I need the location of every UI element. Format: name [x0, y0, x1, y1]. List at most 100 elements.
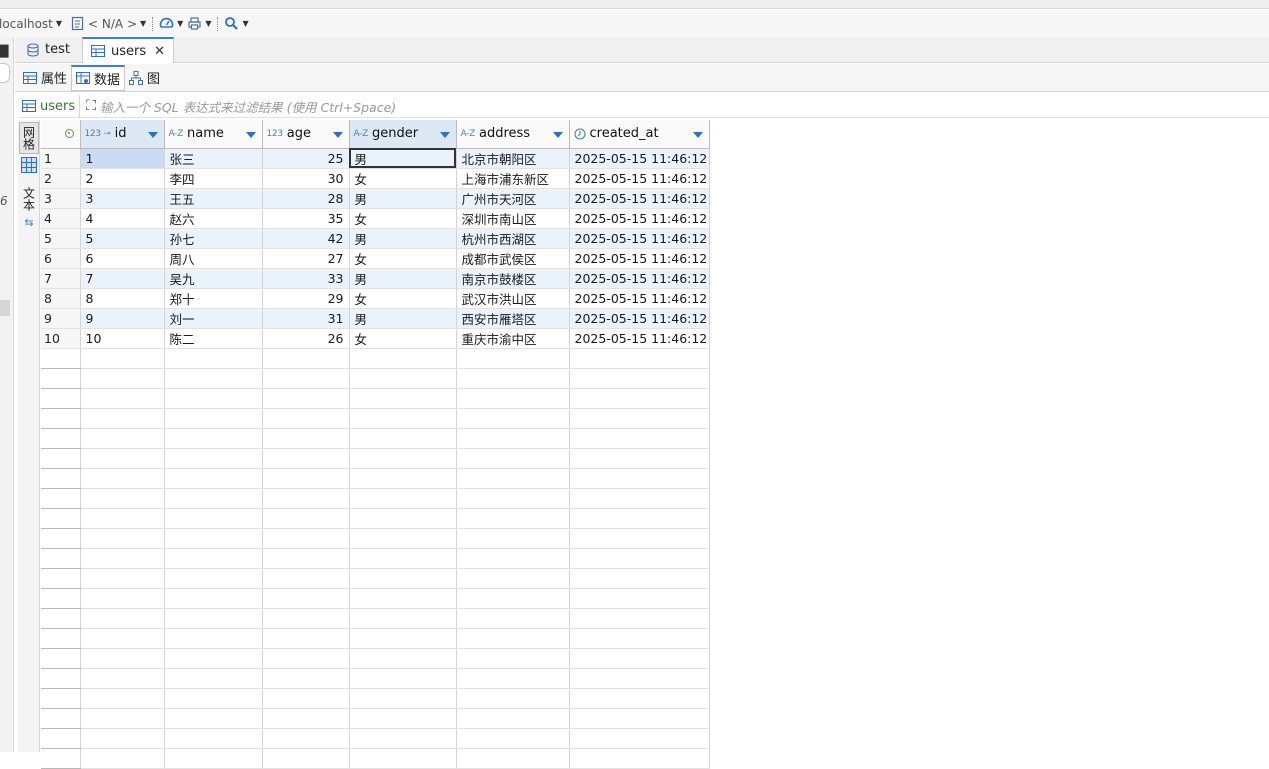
cell-created-at[interactable]: 2025-05-15 11:46:12: [569, 248, 710, 269]
column-header-name[interactable]: A-Z name: [164, 120, 263, 149]
cell-id[interactable]: 7: [80, 268, 165, 289]
cell-gender[interactable]: 男: [349, 148, 457, 169]
cell-id[interactable]: 3: [80, 188, 165, 209]
cell-address[interactable]: 成都市武侯区: [456, 248, 570, 269]
table-row[interactable]: 9 9 刘一 31 男西安市雁塔区 2025-05-15 11:46:12: [41, 308, 710, 329]
cell-gender[interactable]: 女: [349, 328, 457, 349]
cell-name[interactable]: 王五: [164, 188, 263, 209]
cell-id[interactable]: 6: [80, 248, 165, 269]
cell-age[interactable]: 33: [262, 268, 350, 289]
expand-icon[interactable]: ⛶: [86, 98, 96, 114]
cell-address[interactable]: 西安市雁塔区: [456, 308, 570, 329]
column-header-id[interactable]: 123 ⊸ id: [80, 120, 165, 149]
cell-name[interactable]: 李四: [164, 168, 263, 189]
filter-dropdown-icon[interactable]: [147, 132, 158, 139]
cell-name[interactable]: 周八: [164, 248, 263, 269]
cell-created-at[interactable]: 2025-05-15 11:46:12: [569, 308, 710, 329]
cell-row-number[interactable]: 10: [41, 328, 81, 349]
cell-name[interactable]: 刘一: [164, 308, 263, 329]
cell-row-number[interactable]: 5: [41, 228, 81, 249]
cell-name[interactable]: 赵六: [164, 208, 263, 229]
cell-age[interactable]: 27: [262, 248, 350, 269]
search-button[interactable]: ▼: [222, 16, 250, 31]
cell-name[interactable]: 张三: [164, 148, 263, 169]
table-row[interactable]: 3 3 王五 28 男广州市天河区 2025-05-15 11:46:12: [41, 188, 710, 209]
table-row[interactable]: 6 6 周八 27 女成都市武侯区 2025-05-15 11:46:12: [41, 248, 710, 269]
cell-row-number[interactable]: 1: [41, 148, 81, 169]
cell-row-number[interactable]: 8: [41, 288, 81, 309]
cell-gender[interactable]: 男: [349, 228, 457, 249]
table-row[interactable]: 4 4 赵六 35 女深圳市南山区 2025-05-15 11:46:12: [41, 208, 710, 229]
cell-row-number[interactable]: 3: [41, 188, 81, 209]
cell-gender[interactable]: 男: [349, 188, 457, 209]
cell-name[interactable]: 吴九: [164, 268, 263, 289]
transaction-mode-button[interactable]: ▼: [157, 16, 185, 31]
filter-dropdown-icon[interactable]: [245, 132, 256, 139]
grid-view-button[interactable]: 网格: [19, 122, 39, 154]
record-mode-icon[interactable]: ⇆: [19, 214, 39, 230]
cell-age[interactable]: 25: [262, 148, 350, 169]
cell-row-number[interactable]: 2: [41, 168, 81, 189]
cell-created-at[interactable]: 2025-05-15 11:46:12: [569, 228, 710, 249]
subtab-properties[interactable]: 属性: [19, 65, 71, 91]
cell-created-at[interactable]: 2025-05-15 11:46:12: [569, 168, 710, 189]
cell-address[interactable]: 上海市浦东新区: [456, 168, 570, 189]
cell-id[interactable]: 10: [80, 328, 165, 349]
filter-dropdown-icon[interactable]: [439, 132, 450, 139]
filter-input[interactable]: 输入一个 SQL 表达式来过滤结果 (使用 Ctrl+Space): [100, 97, 396, 116]
cell-row-number[interactable]: 4: [41, 208, 81, 229]
filter-dropdown-icon[interactable]: [552, 132, 563, 139]
filter-dropdown-icon[interactable]: [692, 132, 703, 139]
select-all-corner[interactable]: [41, 120, 81, 149]
cell-created-at[interactable]: 2025-05-15 11:46:12: [569, 148, 710, 169]
cell-created-at[interactable]: 2025-05-15 11:46:12: [569, 268, 710, 289]
column-header-gender[interactable]: A-Z gender: [349, 120, 457, 149]
cell-address[interactable]: 武汉市洪山区: [456, 288, 570, 309]
table-row[interactable]: 2 2 李四 30 女上海市浦东新区 2025-05-15 11:46:12: [41, 168, 710, 189]
table-row[interactable]: 7 7 吴九 33 男南京市鼓楼区 2025-05-15 11:46:12: [41, 268, 710, 289]
cell-age[interactable]: 28: [262, 188, 350, 209]
cell-age[interactable]: 31: [262, 308, 350, 329]
cell-id[interactable]: 1: [80, 148, 165, 169]
database-selector[interactable]: < N/A > ▼: [68, 16, 148, 31]
filter-table-selector[interactable]: users: [18, 95, 81, 117]
cell-address[interactable]: 北京市朝阳区: [456, 148, 570, 169]
cell-name[interactable]: 郑十: [164, 288, 263, 309]
tab-users[interactable]: users ✕: [81, 37, 175, 63]
column-header-address[interactable]: A-Z address: [456, 120, 570, 149]
cell-created-at[interactable]: 2025-05-15 11:46:12: [569, 328, 710, 349]
cell-row-number[interactable]: 9: [41, 308, 81, 329]
connection-selector[interactable]: localhost ▼: [0, 17, 64, 31]
cell-address[interactable]: 南京市鼓楼区: [456, 268, 570, 289]
cell-age[interactable]: 30: [262, 168, 350, 189]
subtab-data[interactable]: 数据: [71, 64, 126, 91]
subtab-diagram[interactable]: 图: [125, 65, 164, 91]
cell-id[interactable]: 4: [80, 208, 165, 229]
table-row[interactable]: 8 8 郑十 29 女武汉市洪山区 2025-05-15 11:46:12: [41, 288, 710, 309]
table-row[interactable]: 1 1 张三 25 男北京市朝阳区 2025-05-15 11:46:12: [41, 148, 710, 169]
cell-gender[interactable]: 女: [349, 288, 457, 309]
cell-name[interactable]: 孙七: [164, 228, 263, 249]
table-row[interactable]: 5 5 孙七 42 男杭州市西湖区 2025-05-15 11:46:12: [41, 228, 710, 249]
tab-test[interactable]: test: [19, 37, 78, 62]
close-icon[interactable]: ✕: [154, 44, 165, 59]
cell-address[interactable]: 广州市天河区: [456, 188, 570, 209]
cell-gender[interactable]: 男: [349, 268, 457, 289]
cell-row-number[interactable]: 7: [41, 268, 81, 289]
cell-age[interactable]: 35: [262, 208, 350, 229]
cell-name[interactable]: 陈二: [164, 328, 263, 349]
cell-age[interactable]: 42: [262, 228, 350, 249]
cell-gender[interactable]: 女: [349, 248, 457, 269]
cell-id[interactable]: 5: [80, 228, 165, 249]
cell-id[interactable]: 8: [80, 288, 165, 309]
cell-id[interactable]: 2: [80, 168, 165, 189]
tools-button[interactable]: ▼: [185, 16, 213, 31]
cell-created-at[interactable]: 2025-05-15 11:46:12: [569, 188, 710, 209]
cell-created-at[interactable]: 2025-05-15 11:46:12: [569, 288, 710, 309]
cell-gender[interactable]: 男: [349, 308, 457, 329]
cell-id[interactable]: 9: [80, 308, 165, 329]
cell-age[interactable]: 26: [262, 328, 350, 349]
cell-created-at[interactable]: 2025-05-15 11:46:12: [569, 208, 710, 229]
text-view-button[interactable]: 文本: [19, 184, 39, 214]
cell-row-number[interactable]: 6: [41, 248, 81, 269]
